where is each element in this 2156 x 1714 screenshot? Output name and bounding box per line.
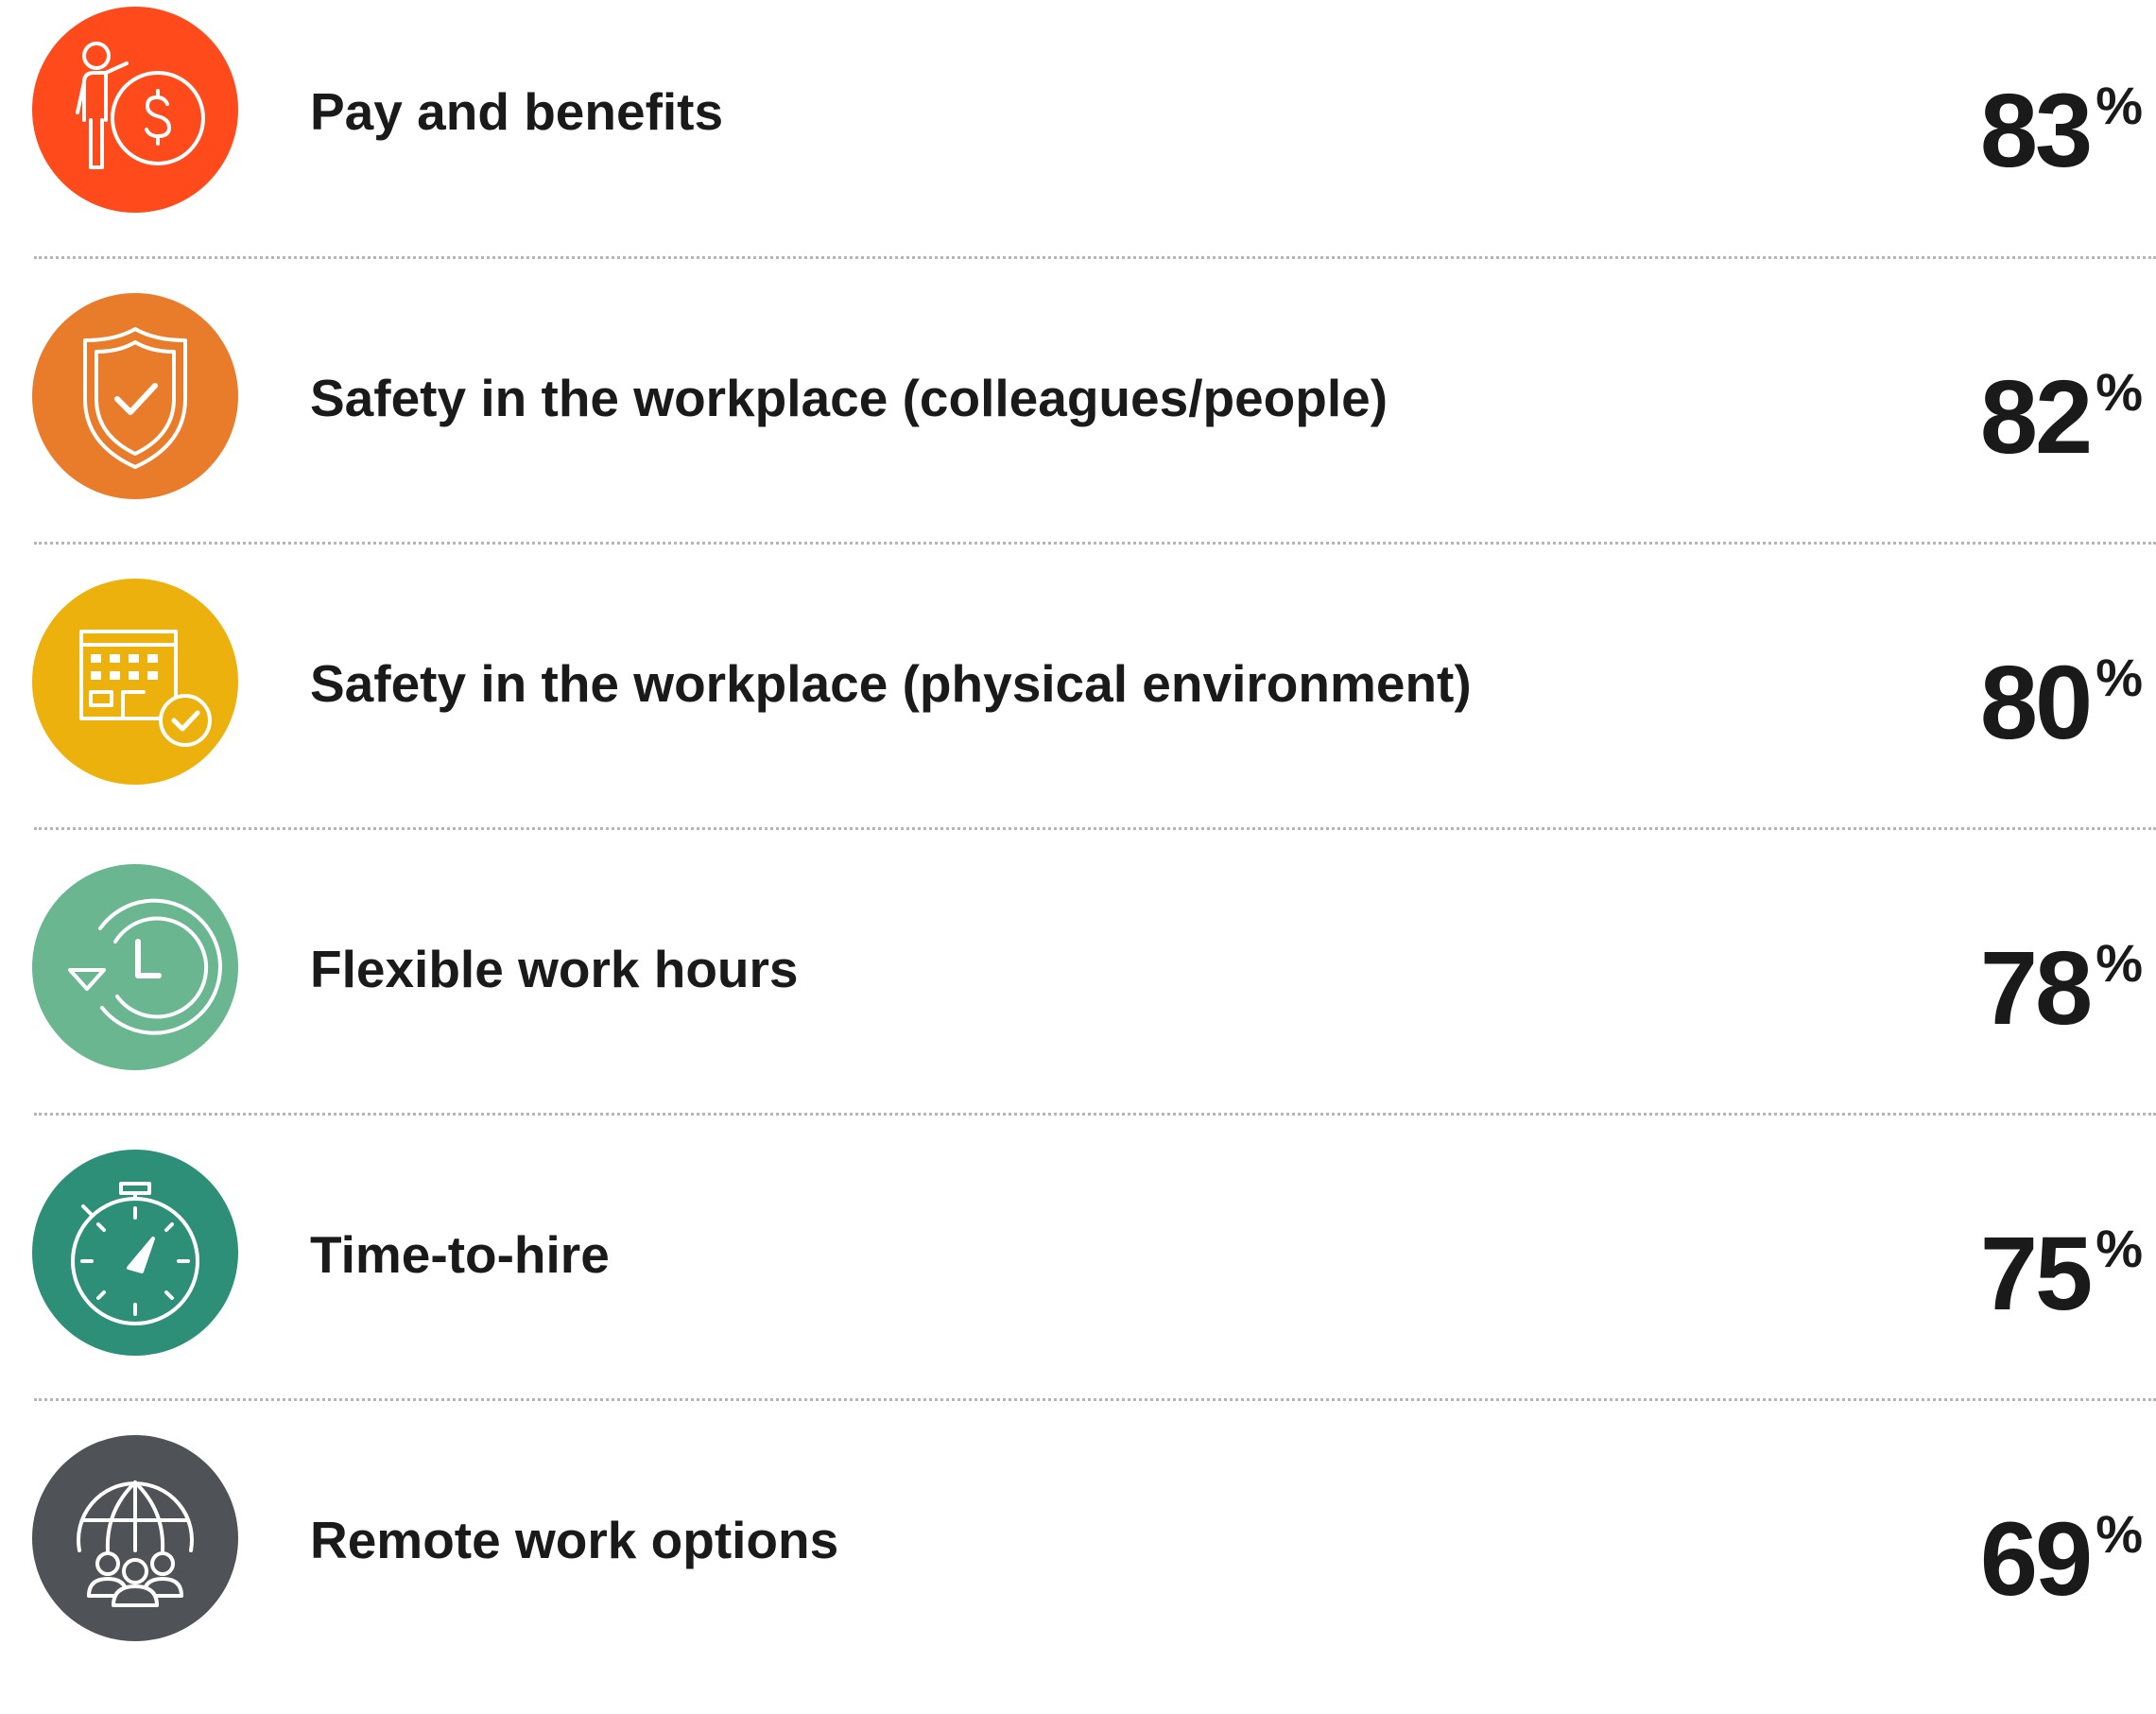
row-value: 82% [1979, 359, 2143, 476]
percent-sign: % [2096, 933, 2143, 993]
list-item: Pay and benefits 83% [0, 0, 2156, 286]
shield-check-icon [32, 293, 238, 499]
clock-history-icon [32, 864, 238, 1070]
row-label: Time-to-hire [310, 1225, 610, 1284]
percent-sign: % [2096, 648, 2143, 707]
row-label: Safety in the workplace (colleagues/peop… [310, 369, 1388, 427]
dotted-divider [34, 827, 2156, 830]
row-label: Flexible work hours [310, 940, 799, 998]
list-item: Remote work options 69% [0, 1428, 2156, 1714]
value-number: 69 [1979, 1501, 2093, 1618]
row-value: 80% [1979, 645, 2143, 761]
percent-sign: % [2096, 362, 2143, 422]
list-item: Flexible work hours 78% [0, 857, 2156, 1143]
list-item: Safety in the workplace (physical enviro… [0, 572, 2156, 857]
value-number: 82 [1979, 359, 2093, 476]
value-number: 80 [1979, 645, 2093, 761]
dotted-divider [34, 256, 2156, 259]
globe-people-icon [32, 1435, 238, 1641]
value-number: 78 [1979, 930, 2093, 1047]
dotted-divider [34, 1113, 2156, 1116]
list-item: Safety in the workplace (colleagues/peop… [0, 286, 2156, 572]
percent-sign: % [2096, 1219, 2143, 1278]
row-label: Pay and benefits [310, 82, 724, 141]
dotted-divider [34, 542, 2156, 545]
person-with-coin-icon [32, 7, 238, 213]
stopwatch-icon [32, 1150, 238, 1356]
row-value: 83% [1979, 73, 2143, 189]
percent-sign: % [2096, 76, 2143, 135]
row-value: 75% [1979, 1216, 2143, 1332]
percent-sign: % [2096, 1504, 2143, 1564]
list-item: Time-to-hire 75% [0, 1143, 2156, 1428]
building-check-icon [32, 579, 238, 785]
factor-list: Pay and benefits 83% Safety in the workp… [0, 0, 2156, 1679]
dotted-divider [34, 1398, 2156, 1401]
row-value: 78% [1979, 930, 2143, 1047]
row-value: 69% [1979, 1501, 2143, 1618]
value-number: 83 [1979, 73, 2093, 189]
row-label: Safety in the workplace (physical enviro… [310, 654, 1472, 713]
row-label: Remote work options [310, 1511, 839, 1569]
value-number: 75 [1979, 1216, 2093, 1332]
